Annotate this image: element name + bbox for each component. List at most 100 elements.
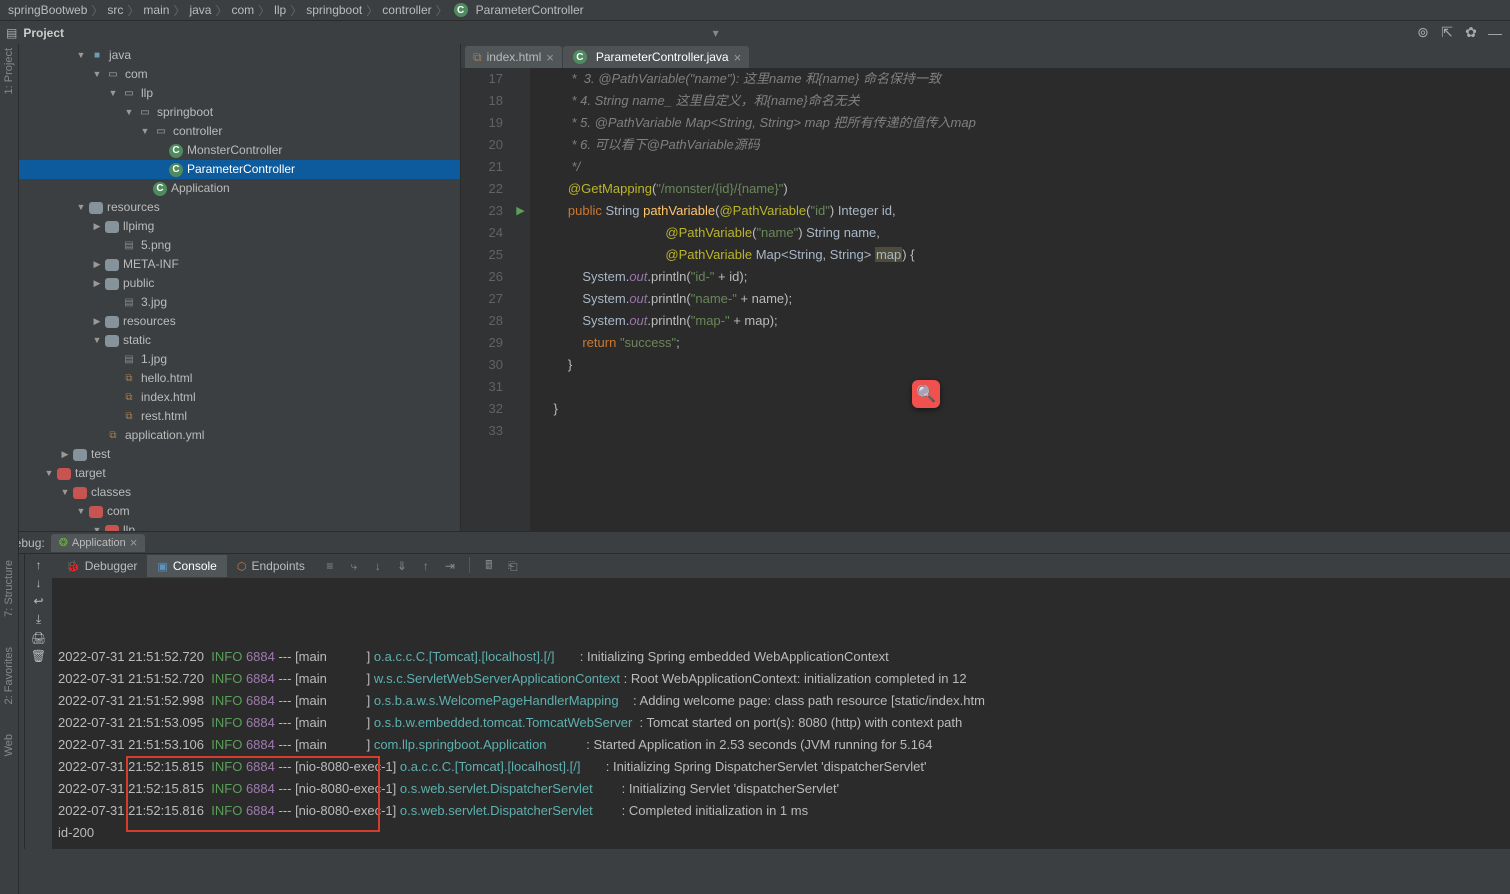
tree-node[interactable]: ▤3.jpg bbox=[19, 293, 460, 312]
collapse-all-icon[interactable]: ⇱ bbox=[1438, 24, 1456, 42]
disclosure-closed-icon[interactable] bbox=[91, 274, 103, 293]
tree-node[interactable]: CParameterController bbox=[19, 160, 460, 179]
breadcrumb-item[interactable]: java bbox=[189, 3, 211, 17]
trace-icon[interactable]: ⎗ bbox=[504, 557, 522, 575]
line-number[interactable]: 29 bbox=[461, 332, 503, 354]
settings-icon[interactable]: ✿ bbox=[1462, 24, 1480, 42]
tree-node[interactable]: static bbox=[19, 331, 460, 350]
tree-node[interactable]: llp bbox=[19, 521, 460, 531]
toolwindow-web[interactable]: Web bbox=[3, 734, 15, 756]
line-number[interactable]: 31 bbox=[461, 376, 503, 398]
project-title[interactable]: Project bbox=[23, 26, 706, 40]
breadcrumb-item[interactable]: springBootweb bbox=[8, 3, 87, 17]
tree-node[interactable]: CApplication bbox=[19, 179, 460, 198]
tree-node[interactable]: ▭springboot bbox=[19, 103, 460, 122]
toolwindow-project[interactable]: 1: Project bbox=[3, 48, 15, 94]
tab-console[interactable]: ▣ Console bbox=[147, 555, 226, 577]
disclosure-closed-icon[interactable] bbox=[91, 312, 103, 331]
breadcrumb-item[interactable]: CParameterController bbox=[452, 3, 584, 17]
search-popup-icon[interactable]: 🔍 bbox=[912, 380, 940, 408]
line-number[interactable]: 21 bbox=[461, 156, 503, 178]
disclosure-closed-icon[interactable] bbox=[91, 255, 103, 274]
disclosure-open-icon[interactable] bbox=[91, 331, 103, 350]
tree-node[interactable]: ⧉hello.html bbox=[19, 369, 460, 388]
tree-node[interactable]: ⧉rest.html bbox=[19, 407, 460, 426]
code-line[interactable]: System.out.println("id-" + id); bbox=[539, 266, 1502, 288]
line-number[interactable]: 25 bbox=[461, 244, 503, 266]
step-out-icon[interactable]: ↑ bbox=[417, 557, 435, 575]
line-number[interactable]: 24 bbox=[461, 222, 503, 244]
step-into-icon[interactable]: ↓ bbox=[369, 557, 387, 575]
line-number[interactable]: 33 bbox=[461, 420, 503, 442]
disclosure-closed-icon[interactable] bbox=[91, 217, 103, 236]
code-line[interactable]: } bbox=[539, 398, 1502, 420]
tree-node[interactable]: ⧉application.yml bbox=[19, 426, 460, 445]
tab-debugger[interactable]: 🐞 Debugger bbox=[56, 555, 147, 577]
tree-node[interactable]: com bbox=[19, 502, 460, 521]
console-clear-icon[interactable]: 🗑 bbox=[31, 649, 46, 663]
code-line[interactable]: */ bbox=[539, 156, 1502, 178]
tree-node[interactable]: target bbox=[19, 464, 460, 483]
disclosure-open-icon[interactable] bbox=[139, 122, 151, 141]
line-number[interactable]: 26 bbox=[461, 266, 503, 288]
close-icon[interactable]: × bbox=[546, 50, 554, 65]
close-icon[interactable]: × bbox=[130, 535, 138, 550]
code-line[interactable]: } bbox=[539, 354, 1502, 376]
code-line[interactable]: System.out.println("name-" + name); bbox=[539, 288, 1502, 310]
editor-tab[interactable]: CParameterController.java× bbox=[563, 46, 749, 68]
disclosure-open-icon[interactable] bbox=[91, 65, 103, 84]
code-line[interactable]: @GetMapping("/monster/{id}/{name}") bbox=[539, 178, 1502, 200]
code-line[interactable]: * 6. 可以看下@PathVariable源码 bbox=[539, 134, 1502, 156]
tree-node[interactable]: ▤1.jpg bbox=[19, 350, 460, 369]
code-line[interactable]: * 5. @PathVariable Map<String, String> m… bbox=[539, 112, 1502, 134]
line-number[interactable]: 19 bbox=[461, 112, 503, 134]
tree-node[interactable]: ▭com bbox=[19, 65, 460, 84]
code-line[interactable]: @PathVariable Map<String, String> map) { bbox=[539, 244, 1502, 266]
tree-node[interactable]: resources bbox=[19, 312, 460, 331]
disclosure-open-icon[interactable] bbox=[75, 198, 87, 217]
code-line[interactable]: System.out.println("map-" + map); bbox=[539, 310, 1502, 332]
tree-node[interactable]: META-INF bbox=[19, 255, 460, 274]
code-line[interactable] bbox=[539, 420, 1502, 442]
code-line[interactable]: return "success"; bbox=[539, 332, 1502, 354]
console-output[interactable]: 2022-07-31 21:51:52.720 INFO 6884 --- [m… bbox=[52, 578, 1510, 849]
console-wrap-icon[interactable]: ↩ bbox=[33, 594, 43, 608]
close-icon[interactable]: × bbox=[734, 50, 742, 65]
line-number[interactable]: 27 bbox=[461, 288, 503, 310]
evaluate-icon[interactable]: 🖩 bbox=[480, 557, 498, 575]
breadcrumb-item[interactable]: llp bbox=[274, 3, 286, 17]
toolwindow-structure[interactable]: 7: Structure bbox=[3, 560, 15, 617]
tree-node[interactable]: classes bbox=[19, 483, 460, 502]
line-number[interactable]: 23 bbox=[461, 200, 503, 222]
disclosure-open-icon[interactable] bbox=[59, 483, 71, 502]
tree-node[interactable]: ⧉index.html bbox=[19, 388, 460, 407]
threads-icon[interactable]: ≡ bbox=[321, 557, 339, 575]
disclosure-open-icon[interactable] bbox=[91, 521, 103, 531]
breadcrumb-item[interactable]: springboot bbox=[306, 3, 362, 17]
breadcrumb-item[interactable]: src bbox=[107, 3, 123, 17]
code-line[interactable]: * 3. @PathVariable("name"): 这里name 和{nam… bbox=[539, 68, 1502, 90]
toolwindow-favorites[interactable]: 2: Favorites bbox=[3, 647, 15, 704]
code-line[interactable]: public String pathVariable(@PathVariable… bbox=[539, 200, 1502, 222]
tree-node[interactable]: llpimg bbox=[19, 217, 460, 236]
code-line[interactable]: @PathVariable("name") String name, bbox=[539, 222, 1502, 244]
run-gutter-icon[interactable]: ▶ bbox=[516, 200, 524, 222]
tree-node[interactable]: public bbox=[19, 274, 460, 293]
tree-node[interactable]: ■java bbox=[19, 46, 460, 65]
tree-node[interactable]: CMonsterController bbox=[19, 141, 460, 160]
console-up-icon[interactable]: ↑ bbox=[36, 558, 42, 572]
tree-node[interactable]: resources bbox=[19, 198, 460, 217]
tree-node[interactable]: test bbox=[19, 445, 460, 464]
run-to-cursor-icon[interactable]: ⇥ bbox=[441, 557, 459, 575]
disclosure-open-icon[interactable] bbox=[75, 502, 87, 521]
disclosure-open-icon[interactable] bbox=[75, 46, 87, 65]
line-number[interactable]: 32 bbox=[461, 398, 503, 420]
force-step-into-icon[interactable]: ⇓ bbox=[393, 557, 411, 575]
console-scroll-icon[interactable]: ⤓ bbox=[36, 612, 41, 627]
disclosure-open-icon[interactable] bbox=[123, 103, 135, 122]
tree-node[interactable]: ▭controller bbox=[19, 122, 460, 141]
code-line[interactable] bbox=[539, 376, 1502, 398]
tab-endpoints[interactable]: ⬡ Endpoints bbox=[227, 555, 315, 577]
debug-run-config-tab[interactable]: ❂ Application × bbox=[51, 534, 146, 552]
project-view-icon[interactable]: ▤ bbox=[6, 26, 17, 40]
